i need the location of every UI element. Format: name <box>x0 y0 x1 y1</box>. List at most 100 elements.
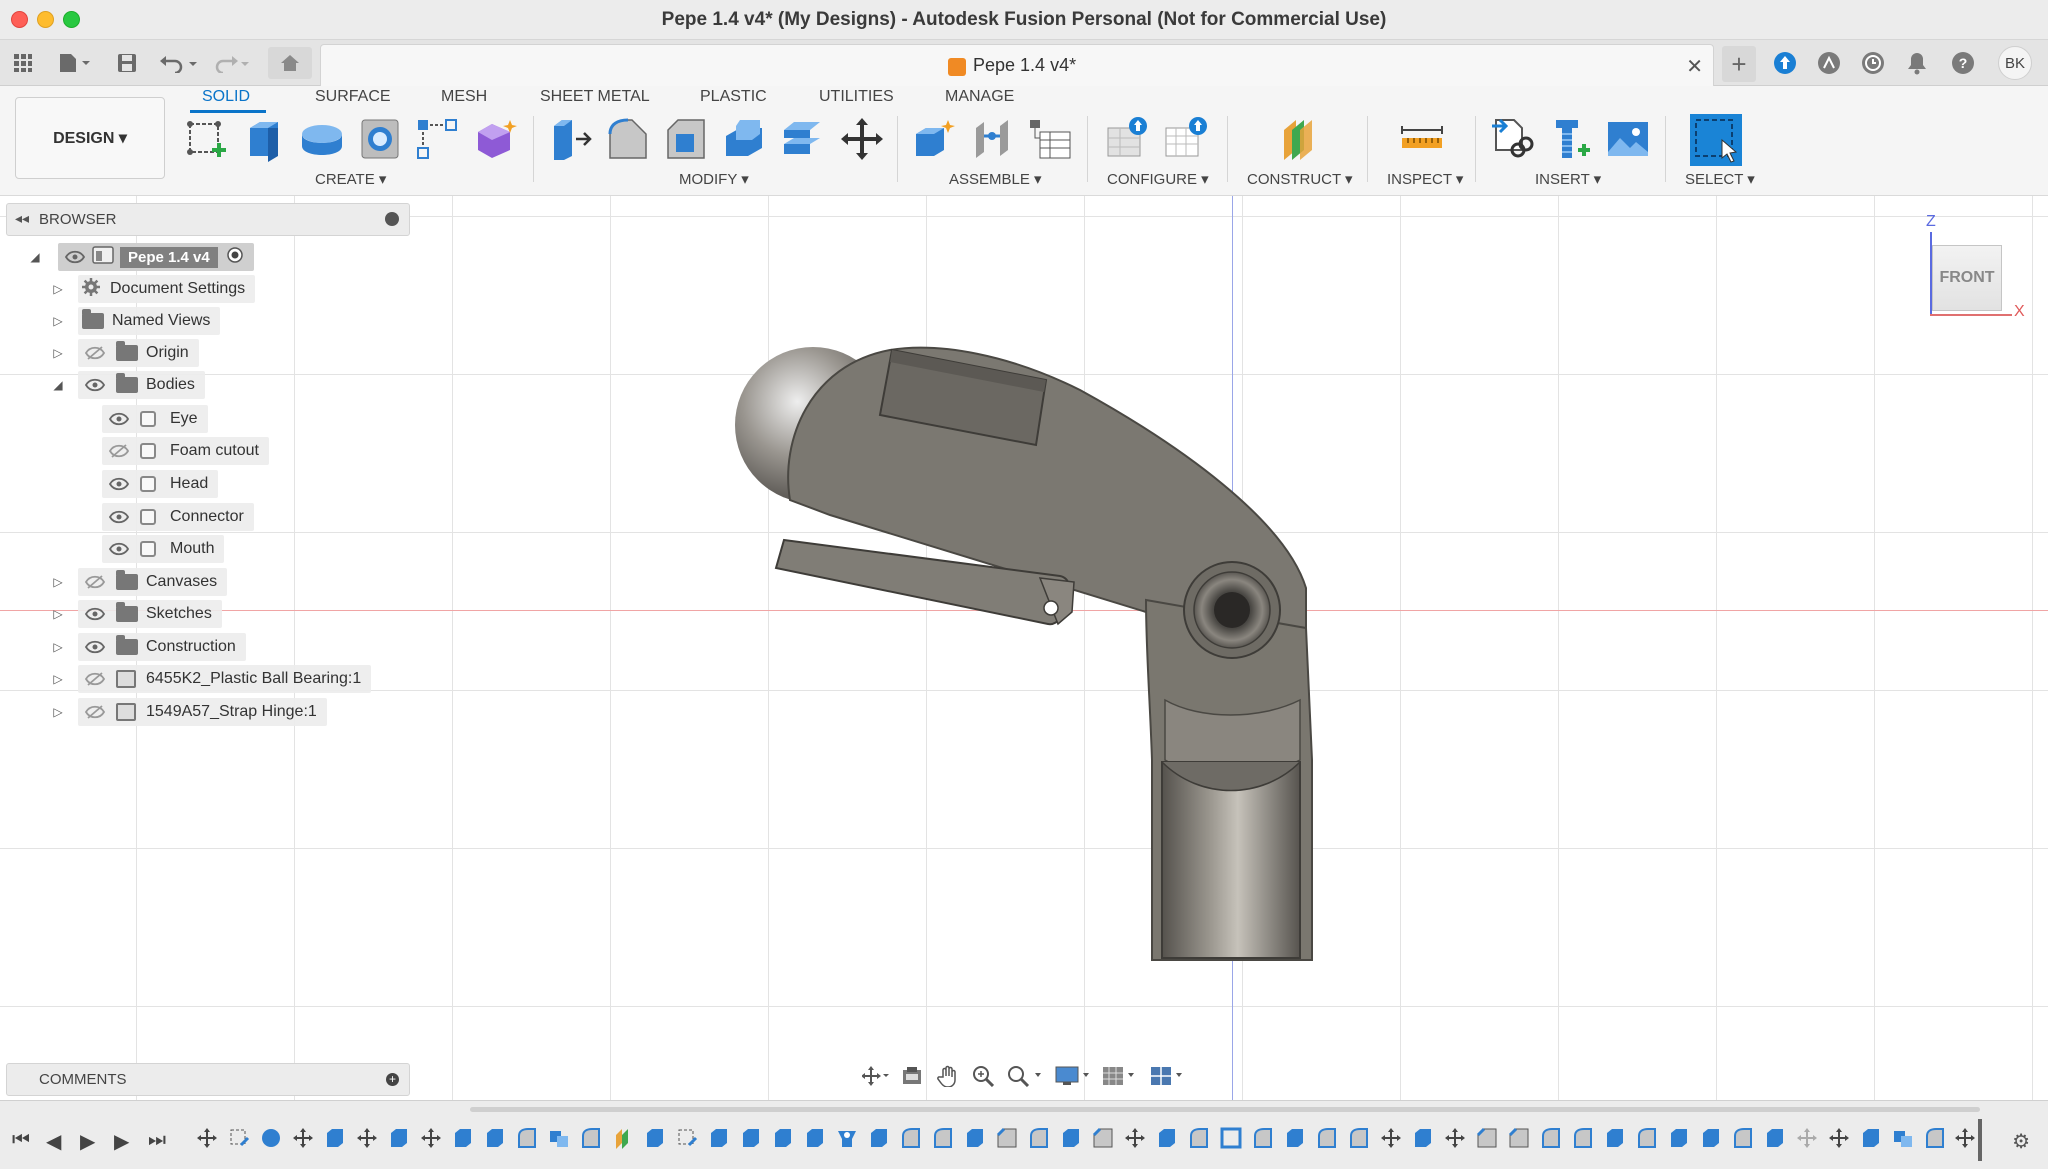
tree-item-document-settings[interactable]: Document Settings <box>78 275 256 303</box>
expand-arrow-icon[interactable]: ▷ <box>52 672 64 686</box>
hidden-eye-icon[interactable] <box>84 701 106 723</box>
timeline-extrude-icon[interactable] <box>1668 1127 1690 1149</box>
display-settings-icon[interactable] <box>1053 1063 1093 1089</box>
visibility-eye-icon[interactable] <box>108 408 130 430</box>
pan-hand-icon[interactable] <box>934 1063 962 1089</box>
timeline-fillet-icon[interactable] <box>1636 1127 1658 1149</box>
timeline-scrollbar[interactable] <box>470 1107 1980 1112</box>
expand-arrow-icon[interactable]: ▷ <box>52 640 64 654</box>
timeline-move-icon[interactable] <box>1796 1127 1818 1149</box>
tree-item-mouth[interactable]: Mouth <box>102 535 225 563</box>
tree-item-named-views[interactable]: Named Views <box>78 307 221 335</box>
timeline-extrude-icon[interactable] <box>1156 1127 1178 1149</box>
tree-item-foam-cutout[interactable]: Foam cutout <box>102 437 269 465</box>
expand-arrow-icon[interactable]: ▷ <box>52 607 64 621</box>
collapse-arrow-icon[interactable]: ◢ <box>52 378 64 392</box>
timeline-chamfer-icon[interactable] <box>996 1127 1018 1149</box>
play-icon[interactable]: ▶ <box>80 1129 95 1154</box>
timeline-fillet-icon[interactable] <box>1316 1127 1338 1149</box>
timeline-move-icon[interactable] <box>356 1127 378 1149</box>
timeline-extrude-icon[interactable] <box>1412 1127 1434 1149</box>
tree-item-construction[interactable]: Construction <box>78 633 246 661</box>
timeline-plane-icon[interactable] <box>612 1127 634 1149</box>
hidden-eye-icon[interactable] <box>84 668 106 690</box>
timeline-extrude-icon[interactable] <box>324 1127 346 1149</box>
browser-options-icon[interactable] <box>385 212 399 226</box>
timeline-marker[interactable] <box>1978 1119 1982 1161</box>
timeline-move-icon[interactable] <box>420 1127 442 1149</box>
timeline-move-icon[interactable] <box>1444 1127 1466 1149</box>
viewports-icon[interactable] <box>1148 1063 1188 1089</box>
timeline-chamfer-icon[interactable] <box>1092 1127 1114 1149</box>
visibility-eye-icon[interactable] <box>108 473 130 495</box>
tree-item-sketches[interactable]: Sketches <box>78 600 222 628</box>
timeline-extrude-icon[interactable] <box>484 1127 506 1149</box>
timeline-extrude-icon[interactable] <box>708 1127 730 1149</box>
browser-panel-header[interactable]: ◂◂ BROWSER <box>6 203 410 236</box>
timeline-hole-icon[interactable] <box>836 1127 858 1149</box>
timeline-extrude-icon[interactable] <box>1860 1127 1882 1149</box>
step-forward-icon[interactable]: ▶ <box>114 1129 129 1154</box>
orbit-icon[interactable] <box>862 1063 890 1089</box>
timeline-combine-icon[interactable] <box>1892 1127 1914 1149</box>
tree-item-ball-bearing[interactable]: 6455K2_Plastic Ball Bearing:1 <box>78 665 372 693</box>
timeline-extrude-icon[interactable] <box>804 1127 826 1149</box>
timeline-extrude-icon[interactable] <box>1060 1127 1082 1149</box>
timeline-move-icon[interactable] <box>1380 1127 1402 1149</box>
timeline-extrude-icon[interactable] <box>1284 1127 1306 1149</box>
timeline-chamfer-icon[interactable] <box>1476 1127 1498 1149</box>
tree-item-eye[interactable]: Eye <box>102 405 208 433</box>
visibility-eye-icon[interactable] <box>108 506 130 528</box>
timeline-move-icon[interactable] <box>1954 1127 1976 1149</box>
timeline-move-icon[interactable] <box>292 1127 314 1149</box>
timeline-extrude-icon[interactable] <box>1700 1127 1722 1149</box>
visibility-eye-icon[interactable] <box>64 246 86 268</box>
timeline-settings-gear-icon[interactable]: ⚙ <box>2012 1129 2030 1154</box>
timeline-extrude-icon[interactable] <box>740 1127 762 1149</box>
timeline-extrude-icon[interactable] <box>1764 1127 1786 1149</box>
hidden-eye-icon[interactable] <box>84 342 106 364</box>
tree-item-origin[interactable]: Origin <box>78 339 199 367</box>
collapse-arrow-icon[interactable]: ◢ <box>29 250 41 264</box>
zoom-icon[interactable] <box>970 1063 998 1089</box>
tree-item-bodies[interactable]: Bodies <box>78 371 205 399</box>
hidden-eye-icon[interactable] <box>108 440 130 462</box>
comments-panel[interactable]: COMMENTS + <box>6 1063 410 1096</box>
timeline-fillet-icon[interactable] <box>900 1127 922 1149</box>
visibility-eye-icon[interactable] <box>108 538 130 560</box>
tree-item-strap-hinge[interactable]: 1549A57_Strap Hinge:1 <box>78 698 327 726</box>
viewcube-front-face[interactable]: FRONT <box>1932 245 2002 311</box>
timeline-extrude-icon[interactable] <box>868 1127 890 1149</box>
timeline-fillet-icon[interactable] <box>1348 1127 1370 1149</box>
timeline-fillet-icon[interactable] <box>932 1127 954 1149</box>
timeline-fillet-icon[interactable] <box>1028 1127 1050 1149</box>
timeline-shell-icon[interactable] <box>1220 1127 1242 1149</box>
timeline-extrude-icon[interactable] <box>452 1127 474 1149</box>
visibility-eye-icon[interactable] <box>84 603 106 625</box>
timeline-chamfer-icon[interactable] <box>1508 1127 1530 1149</box>
go-to-end-icon[interactable]: ⏭ <box>148 1129 166 1152</box>
timeline-move-icon[interactable] <box>196 1127 218 1149</box>
timeline-extrude-icon[interactable] <box>1604 1127 1626 1149</box>
visibility-eye-icon[interactable] <box>84 374 106 396</box>
tree-item-canvases[interactable]: Canvases <box>78 568 228 596</box>
timeline-extrude-icon[interactable] <box>964 1127 986 1149</box>
visibility-eye-icon[interactable] <box>84 636 106 658</box>
go-to-start-icon[interactable]: ⏮ <box>12 1129 30 1152</box>
fit-zoom-icon[interactable] <box>1005 1063 1045 1089</box>
expand-arrow-icon[interactable]: ▷ <box>52 282 64 296</box>
tree-item-connector[interactable]: Connector <box>102 503 254 531</box>
timeline-extrude-icon[interactable] <box>772 1127 794 1149</box>
step-back-icon[interactable]: ◀ <box>46 1129 61 1154</box>
hidden-eye-icon[interactable] <box>84 571 106 593</box>
timeline-extrude-icon[interactable] <box>644 1127 666 1149</box>
timeline-extrude-icon[interactable] <box>388 1127 410 1149</box>
expand-arrow-icon[interactable]: ▷ <box>52 575 64 589</box>
timeline-move-icon[interactable] <box>1828 1127 1850 1149</box>
look-at-icon[interactable] <box>898 1063 926 1089</box>
tree-root[interactable]: Pepe 1.4 v4 <box>58 243 254 271</box>
timeline-fillet-icon[interactable] <box>1732 1127 1754 1149</box>
timeline-fillet-icon[interactable] <box>1540 1127 1562 1149</box>
add-comment-icon[interactable]: + <box>386 1073 399 1086</box>
timeline-fillet-icon[interactable] <box>1572 1127 1594 1149</box>
